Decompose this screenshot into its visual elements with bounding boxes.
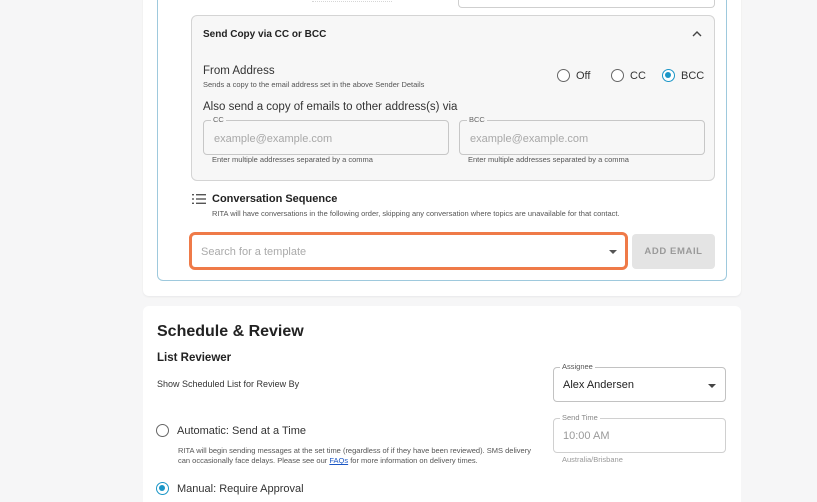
radio-cc[interactable]: CC <box>611 69 646 82</box>
automatic-description: RITA will begin sending messages at the … <box>178 446 543 466</box>
radio-bcc-circle[interactable] <box>662 69 675 82</box>
radio-manual-circle[interactable] <box>156 482 169 495</box>
radio-cc-circle[interactable] <box>611 69 624 82</box>
dropdown-arrow-icon[interactable] <box>609 250 617 254</box>
radio-bcc-label: BCC <box>681 69 705 82</box>
template-search-placeholder: Search for a template <box>201 246 307 258</box>
automatic-description-text-end: for more information on delivery times. <box>348 456 478 465</box>
also-send-label: Also send a copy of emails to other addr… <box>203 101 458 113</box>
bcc-email-field[interactable]: BCC example@example.com <box>459 115 705 155</box>
assignee-select[interactable]: Assignee Alex Andersen <box>553 362 726 402</box>
template-search-select[interactable]: Search for a template <box>189 232 628 270</box>
radio-manual[interactable]: Manual: Require Approval <box>156 482 304 495</box>
radio-off[interactable]: Off <box>557 69 590 82</box>
bcc-field-placeholder: example@example.com <box>470 133 589 145</box>
previous-input-field[interactable] <box>458 0 715 8</box>
timezone-label: Australia/Brisbane <box>562 455 623 464</box>
cc-bcc-section: Send Copy via CC or BCC From Address Sen… <box>191 15 715 181</box>
previous-field-fragment <box>312 0 392 2</box>
chevron-up-icon[interactable] <box>690 28 704 40</box>
add-email-button[interactable]: ADD EMAIL <box>632 234 715 269</box>
radio-automatic[interactable]: Automatic: Send at a Time <box>156 424 306 437</box>
faqs-link[interactable]: FAQs <box>329 456 348 465</box>
send-time-value: 10:00 AM <box>563 430 610 442</box>
send-time-legend: Send Time <box>560 413 600 422</box>
dropdown-arrow-icon[interactable] <box>708 384 716 388</box>
schedule-review-title: Schedule & Review <box>157 323 304 340</box>
from-address-description: Sends a copy to the email address set in… <box>203 80 425 89</box>
radio-automatic-label: Automatic: Send at a Time <box>177 424 307 437</box>
cc-field-legend: CC <box>211 115 226 124</box>
radio-bcc[interactable]: BCC <box>662 69 704 82</box>
conversation-sequence-description: RITA will have conversations in the foll… <box>212 209 620 218</box>
cc-field-helper: Enter multiple addresses separated by a … <box>212 155 373 164</box>
bcc-field-helper: Enter multiple addresses separated by a … <box>468 155 629 164</box>
cc-field-placeholder: example@example.com <box>214 133 333 145</box>
cc-section-title: Send Copy via CC or BCC <box>203 29 327 40</box>
radio-off-label: Off <box>576 69 591 82</box>
radio-cc-label: CC <box>630 69 646 82</box>
bcc-field-legend: BCC <box>467 115 487 124</box>
list-reviewer-heading: List Reviewer <box>157 352 232 364</box>
assignee-legend: Assignee <box>560 362 595 371</box>
radio-off-circle[interactable] <box>557 69 570 82</box>
list-icon <box>192 194 206 204</box>
show-scheduled-label: Show Scheduled List for Review By <box>157 379 300 389</box>
radio-manual-label: Manual: Require Approval <box>177 482 304 495</box>
cc-email-field[interactable]: CC example@example.com <box>203 115 449 155</box>
send-time-field[interactable]: Send Time 10:00 AM <box>553 413 726 453</box>
radio-automatic-circle[interactable] <box>156 424 169 437</box>
assignee-value: Alex Andersen <box>563 379 634 391</box>
conversation-sequence-title: Conversation Sequence <box>212 193 338 205</box>
from-address-label: From Address <box>203 65 275 77</box>
